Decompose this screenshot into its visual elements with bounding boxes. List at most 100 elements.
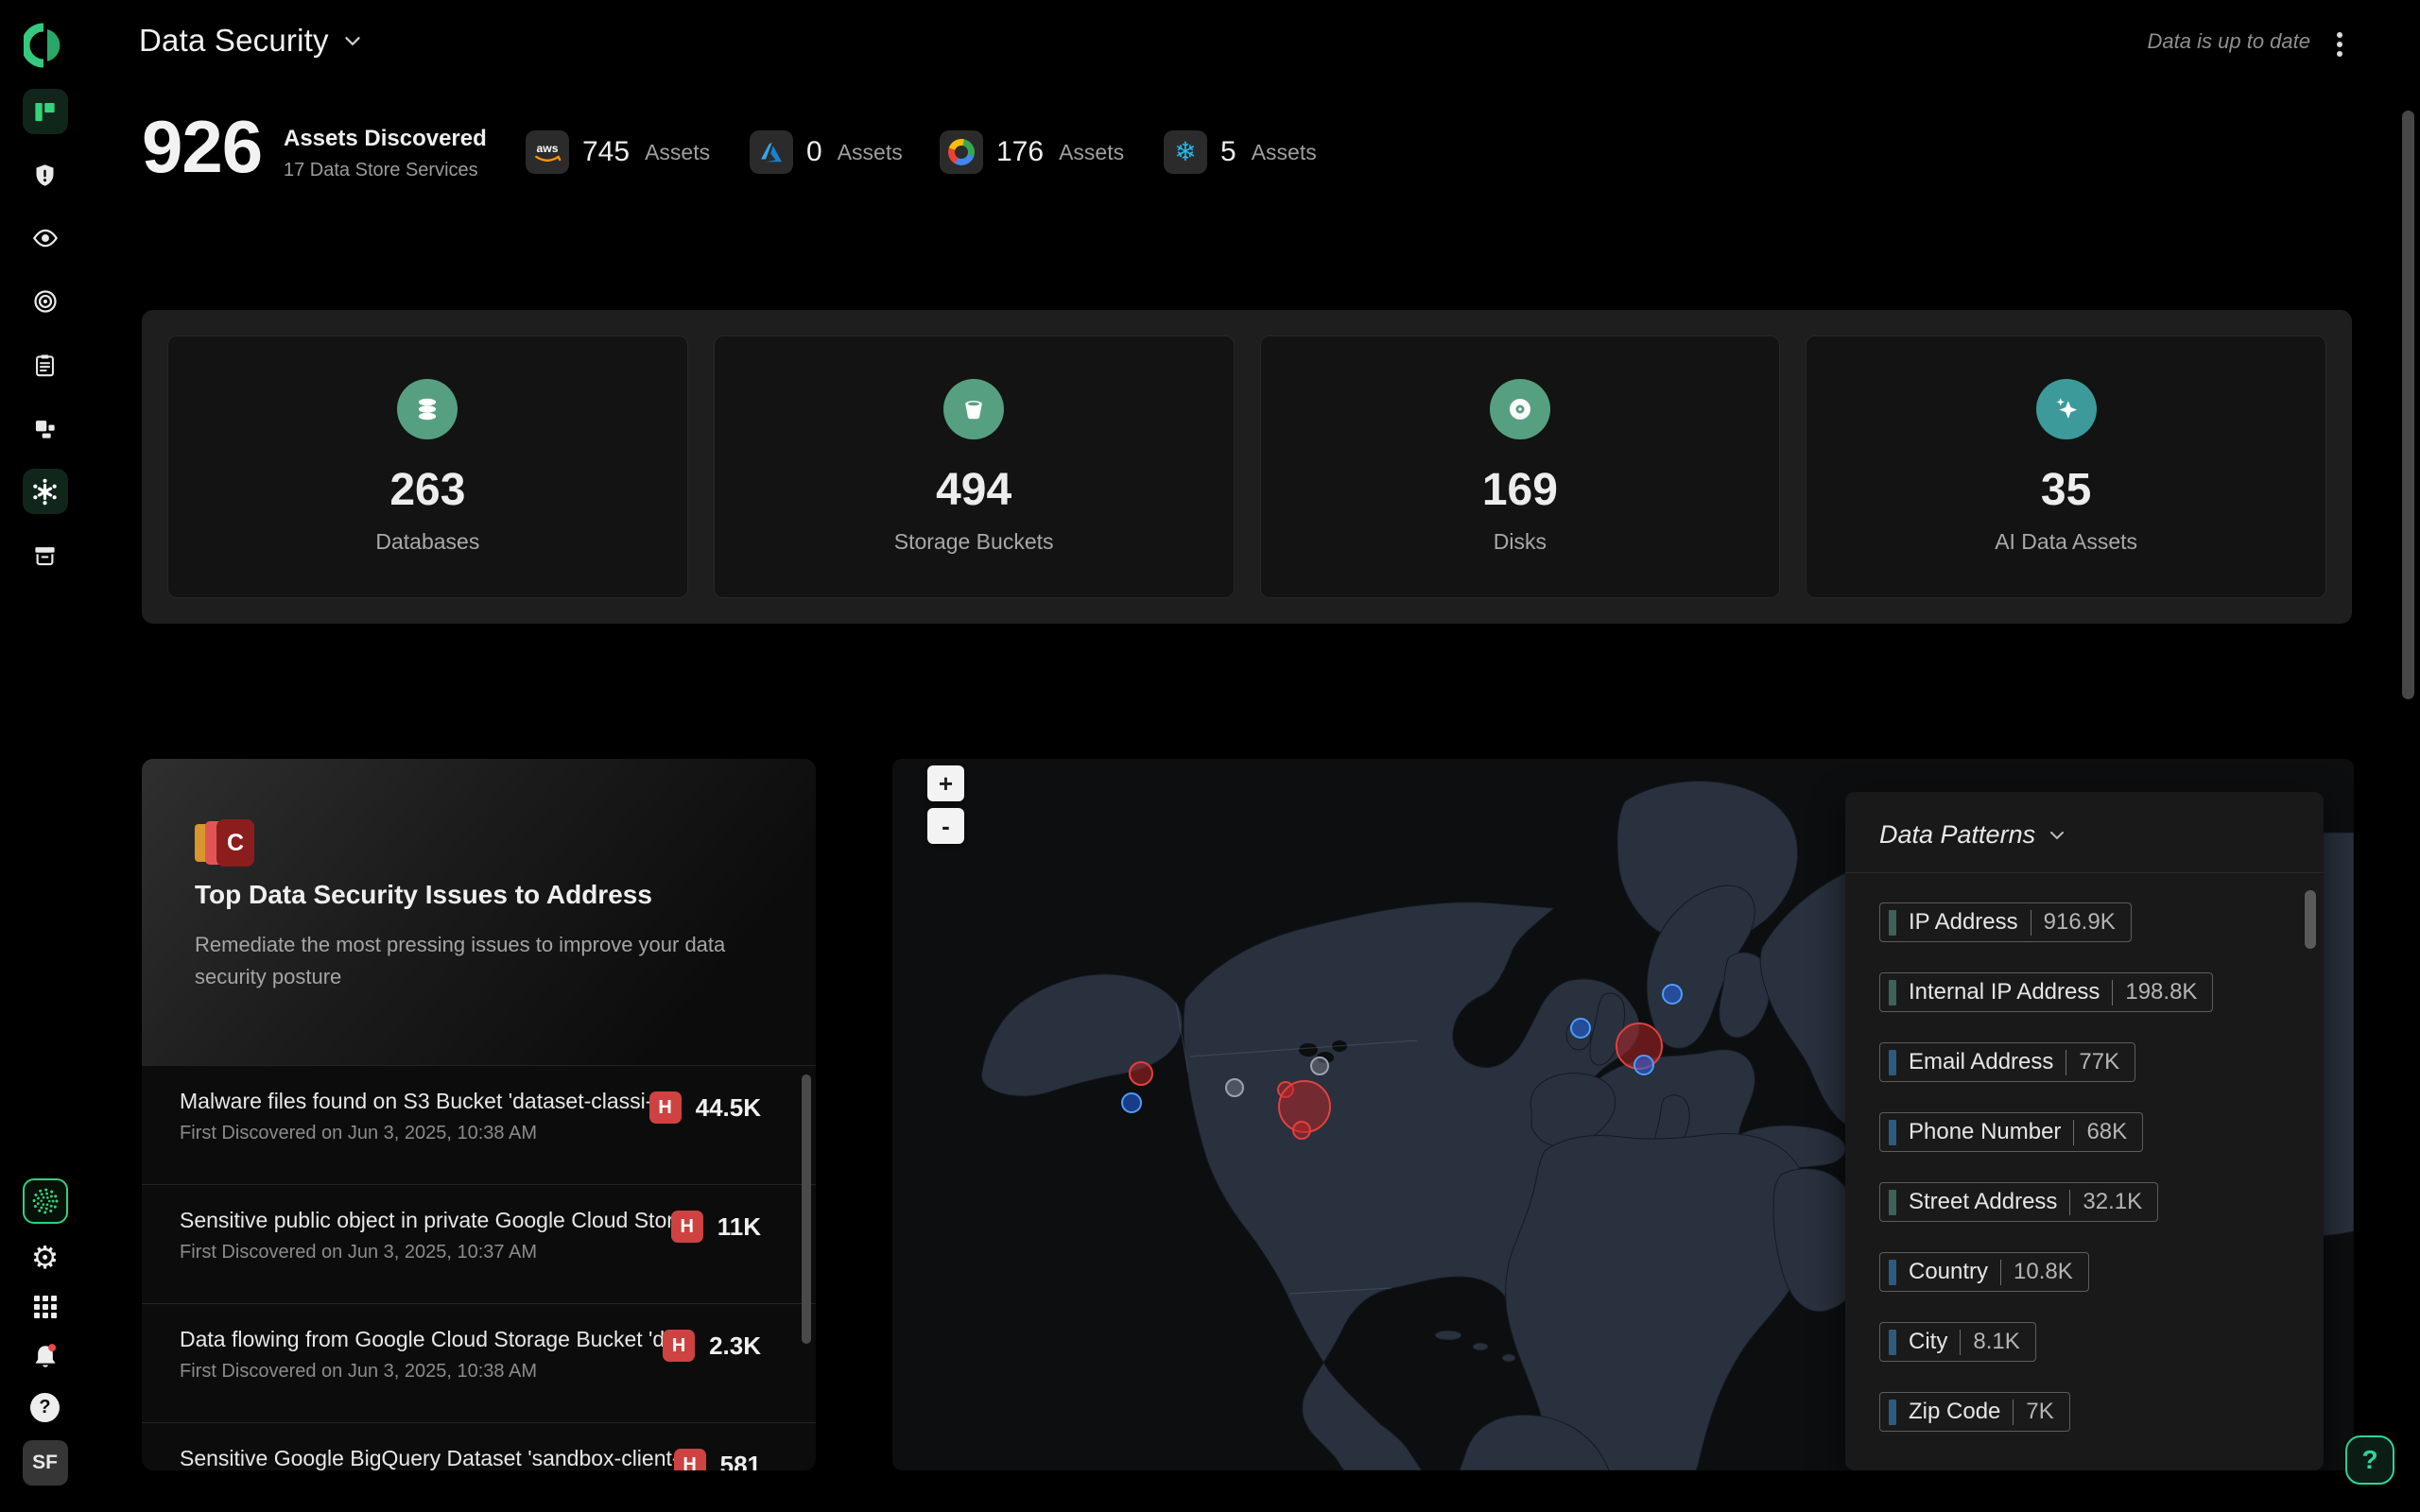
databases-count: 263 — [389, 464, 465, 516]
chip-country[interactable]: Country 10.8K — [1879, 1252, 2089, 1292]
target-icon — [32, 288, 59, 315]
sidebar-item-dashboard[interactable] — [23, 89, 68, 134]
snowflake-count: 5 — [1220, 136, 1236, 168]
map-zoom-in-button[interactable]: + — [927, 765, 964, 801]
issue-title[interactable]: Sensitive Google BigQuery Dataset 'sandb… — [180, 1446, 701, 1470]
brand-logo[interactable] — [24, 23, 67, 68]
page-scrollbar[interactable] — [2402, 111, 2414, 699]
map-bubble-blue[interactable] — [1570, 1018, 1591, 1039]
aws-unit: Assets — [645, 140, 710, 165]
issue-row[interactable]: Malware files found on S3 Bucket 'datase… — [142, 1065, 816, 1184]
ai-data-assets-label: AI Data Assets — [1995, 529, 2137, 555]
provider-aws: aws 745 Assets — [526, 130, 710, 174]
azure-unit: Assets — [838, 140, 903, 165]
assets-total: 926 — [142, 110, 262, 183]
dashboard-icon — [32, 99, 58, 125]
sparkles-icon — [2036, 379, 2097, 439]
assets-total-labels: Assets Discovered 17 Data Store Services — [284, 126, 487, 181]
sidebar-item-data-classification[interactable] — [23, 469, 68, 514]
map-bubble-gray[interactable] — [1225, 1078, 1244, 1097]
chevron-down-icon — [344, 36, 361, 46]
blocks-icon — [32, 416, 58, 441]
map-bubble-blue[interactable] — [1662, 984, 1683, 1005]
clipboard-icon — [32, 352, 58, 378]
sidebar-item-reports[interactable] — [23, 342, 68, 387]
notifications-button[interactable] — [28, 1340, 62, 1374]
map-zoom-out-button[interactable]: - — [927, 808, 964, 844]
map-bubble-blue[interactable] — [1634, 1055, 1654, 1075]
page-title-dropdown[interactable]: Data Security — [139, 23, 361, 59]
provider-snowflake: ❄ 5 Assets — [1164, 130, 1317, 174]
issue-count: 44.5K — [696, 1093, 761, 1123]
severity-badge-high: H — [649, 1091, 682, 1124]
data-patterns-dropdown[interactable]: Data Patterns — [1845, 792, 2324, 872]
chip-internal-ip-address[interactable]: Internal IP Address 198.8K — [1879, 972, 2213, 1012]
top-issues-panel: C Top Data Security Issues to Address Re… — [142, 759, 816, 1470]
severity-stack-icon: C — [195, 819, 255, 867]
ai-dots-icon — [30, 1186, 60, 1216]
data-store-services-label: 17 Data Store Services — [284, 160, 487, 181]
azure-count: 0 — [806, 136, 822, 168]
sidebar-item-data-stores[interactable] — [23, 532, 68, 577]
chevron-down-icon — [2049, 831, 2065, 840]
aws-count: 745 — [582, 136, 630, 168]
card-disks[interactable]: 169 Disks — [1260, 335, 1781, 598]
shield-alert-icon — [32, 163, 58, 188]
summary-cards-section: 263 Databases 494 Storage Buckets 169 Di… — [142, 310, 2352, 624]
help-fab-button[interactable]: ? — [2345, 1435, 2394, 1485]
disks-count: 169 — [1482, 464, 1558, 516]
kebab-menu-button[interactable] — [2333, 28, 2346, 60]
user-avatar[interactable]: SF — [23, 1440, 68, 1486]
chip-street-address[interactable]: Street Address 32.1K — [1879, 1182, 2158, 1222]
provider-azure: 0 Assets — [750, 130, 903, 174]
gcp-unit: Assets — [1059, 140, 1124, 165]
aws-icon: aws — [526, 130, 569, 174]
help-button[interactable]: ? — [28, 1390, 62, 1424]
issue-count: 2.3K — [709, 1332, 761, 1361]
card-databases[interactable]: 263 Databases — [167, 335, 688, 598]
data-patterns-scrollbar[interactable] — [2305, 890, 2316, 949]
top-issues-subtitle: Remediate the most pressing issues to im… — [195, 929, 762, 993]
snowflake-unit: Assets — [1252, 140, 1317, 165]
issues-scrollbar[interactable] — [802, 1074, 811, 1344]
sidebar-bottom: ⚙ ? SF — [0, 1178, 90, 1486]
severity-badge-high: H — [671, 1211, 703, 1243]
severity-badge-high: H — [663, 1330, 695, 1362]
map-bubble-blue[interactable] — [1121, 1092, 1142, 1113]
storage-buckets-label: Storage Buckets — [894, 529, 1054, 555]
chip-ip-address[interactable]: IP Address 916.9K — [1879, 902, 2132, 942]
issue-title[interactable]: Malware files found on S3 Bucket 'datase… — [180, 1089, 674, 1114]
issue-row[interactable]: Sensitive Google BigQuery Dataset 'sandb… — [142, 1422, 816, 1470]
status-text: Data is up to date — [2148, 29, 2310, 54]
issue-title[interactable]: Data flowing from Google Cloud Storage B… — [180, 1327, 686, 1352]
top-issues-header: C Top Data Security Issues to Address Re… — [142, 759, 816, 1065]
card-ai-data-assets[interactable]: 35 AI Data Assets — [1806, 335, 2326, 598]
sidebar-item-inventory[interactable] — [23, 405, 68, 451]
map-zoom-controls: + - — [927, 765, 964, 844]
sidebar-item-visibility[interactable] — [23, 215, 68, 261]
database-icon — [397, 379, 458, 439]
chip-city[interactable]: City 8.1K — [1879, 1322, 2036, 1362]
apps-button[interactable] — [28, 1290, 62, 1324]
settings-button[interactable]: ⚙ — [28, 1240, 62, 1274]
data-patterns-panel: Data Patterns IP Address 916.9K Internal… — [1845, 792, 2324, 1470]
sidebar-nav — [0, 89, 90, 577]
google-cloud-icon — [940, 130, 983, 174]
critical-badge: C — [216, 819, 254, 867]
sidebar-item-policies[interactable] — [23, 279, 68, 324]
chip-email-address[interactable]: Email Address 77K — [1879, 1042, 2135, 1082]
ai-assistant-button[interactable] — [23, 1178, 68, 1224]
issue-row[interactable]: Data flowing from Google Cloud Storage B… — [142, 1303, 816, 1422]
disks-label: Disks — [1494, 529, 1547, 555]
issue-title[interactable]: Sensitive public object in private Googl… — [180, 1208, 696, 1233]
card-storage-buckets[interactable]: 494 Storage Buckets — [714, 335, 1235, 598]
chip-zip-code[interactable]: Zip Code 7K — [1879, 1392, 2070, 1432]
sidebar: ⚙ ? SF — [0, 0, 90, 1512]
sidebar-item-issues[interactable] — [23, 152, 68, 198]
top-issues-title: Top Data Security Issues to Address — [195, 880, 652, 910]
issue-row[interactable]: Sensitive public object in private Googl… — [142, 1184, 816, 1303]
chip-phone-number[interactable]: Phone Number 68K — [1879, 1112, 2143, 1152]
map-bubble-red[interactable] — [1292, 1121, 1311, 1140]
map-bubble-red[interactable] — [1129, 1061, 1153, 1086]
map-bubble-gray[interactable] — [1310, 1057, 1329, 1075]
